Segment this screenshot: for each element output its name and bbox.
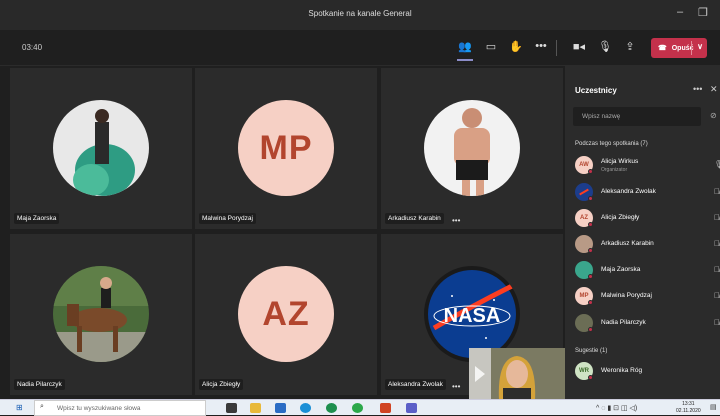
windows-taskbar: ⊞ Wpisz tu wyszukiwane słowa ⌕ ^ ◌ ▮ ⊡ ◫… <box>0 399 720 416</box>
chevron-down-icon[interactable]: ∨ <box>697 42 703 51</box>
share-invite-icon[interactable]: ⊘ <box>710 111 717 120</box>
task-view-icon[interactable] <box>226 403 237 413</box>
avatar: AZ <box>238 266 334 362</box>
participant-name: Aleksandra Zwolak <box>385 379 446 390</box>
status-dot <box>588 274 593 279</box>
participant-name: Malwina Porydzaj <box>199 213 256 224</box>
participant-tile[interactable]: AZ Alicja Zbiegły <box>195 234 377 395</box>
participant-tile[interactable]: MP Malwina Porydzaj <box>195 68 377 229</box>
avatar-photo <box>73 109 135 196</box>
participant-name: Alicja Zbiegły <box>601 214 640 221</box>
window-title: Spotkanie na kanale General <box>308 9 412 18</box>
more-actions-icon[interactable]: ••• <box>533 40 549 52</box>
participant-name: Maja Zaorska <box>14 213 60 224</box>
meeting-toolbar: 03:40 👥 ▭ ✋ ••• ■◂ 🎙 ⇪ ☎ Opuść ∨ <box>0 30 720 66</box>
close-icon[interactable]: ✕ <box>710 84 718 95</box>
minimize-icon[interactable]: – <box>677 6 683 18</box>
teams-icon[interactable] <box>406 403 417 413</box>
participant-tile[interactable]: Nadia Pilarczyk <box>10 234 192 395</box>
participant-name: Arkadiusz Karabin <box>601 240 654 247</box>
leave-button[interactable]: ☎ Opuść ∨ <box>651 38 707 58</box>
participant-row[interactable]: Maja Zaorska 🎙̸ <box>575 261 720 281</box>
clock-time: 13:31 <box>682 401 695 407</box>
status-dot <box>588 169 593 174</box>
taskbar-clock[interactable]: 13:31 02.11.2020 <box>676 401 701 415</box>
suggestion-row[interactable]: WR Weronika Róg <box>575 362 720 382</box>
raise-hand-icon[interactable]: ✋ <box>508 40 524 53</box>
participants-icon[interactable]: 👥 <box>457 40 473 61</box>
participant-name: Alicja Zbiegły <box>199 379 244 390</box>
mic-off-icon: 🎙̸ <box>714 187 720 196</box>
tile-more-icon[interactable]: ••• <box>452 382 460 391</box>
search-input[interactable]: Wpisz nazwę <box>573 107 701 126</box>
participant-row[interactable]: Nadia Pilarczyk 🎙̸ <box>575 314 720 334</box>
panel-title: Uczestnicy <box>575 86 617 95</box>
avatar <box>53 266 149 362</box>
mic-off-icon: 🎙̸ <box>714 265 720 274</box>
status-dot <box>588 196 593 201</box>
panel-more-icon[interactable]: ••• <box>693 84 702 94</box>
leave-divider <box>691 41 692 55</box>
phone-hangup-icon: ☎ <box>658 45 667 52</box>
avatar-photo <box>454 108 490 196</box>
participant-name: Nadia Pilarczyk <box>601 319 646 326</box>
toolbar-divider <box>556 40 557 56</box>
self-view-video[interactable] <box>469 348 565 400</box>
notifications-icon[interactable]: ▤ <box>710 403 717 411</box>
window-title-bar: Spotkanie na kanale General – ❐ <box>0 0 720 30</box>
participant-name: Weronika Róg <box>601 367 643 374</box>
mic-off-icon: 🎙̸ <box>714 213 720 222</box>
tile-more-icon[interactable]: ••• <box>452 216 460 225</box>
chat-icon[interactable]: ▭ <box>483 40 499 53</box>
windows-start-icon[interactable]: ⊞ <box>16 403 23 412</box>
participant-row[interactable]: AZ Alicja Zbiegły 🎙̸ <box>575 209 720 229</box>
maximize-icon[interactable]: ❐ <box>698 6 708 19</box>
section-meeting-header: Podczas tego spotkania (7) <box>575 141 648 147</box>
microphone-icon: 🎙 <box>714 160 720 169</box>
participant-name: Arkadiusz Karabin <box>385 213 444 224</box>
share-screen-icon[interactable]: ⇪ <box>622 40 638 53</box>
status-dot <box>588 375 593 380</box>
nasa-label: NASA <box>444 305 501 327</box>
avatar: MP <box>238 100 334 196</box>
participant-tile[interactable]: Arkadiusz Karabin <box>381 68 563 229</box>
meeting-timer: 03:40 <box>22 43 43 52</box>
participant-name: Maja Zaorska <box>601 266 641 273</box>
skype-icon[interactable] <box>300 403 311 413</box>
avatar-photo <box>53 266 149 362</box>
section-suggestions-header: Sugestie (1) <box>575 348 608 354</box>
mic-off-icon: 🎙̸ <box>714 291 720 300</box>
participant-name: Aleksandra Zwolak <box>601 188 656 195</box>
search-icon: ⌕ <box>40 403 44 410</box>
file-explorer-icon[interactable] <box>250 403 261 413</box>
participant-name: Alicja Wirkus <box>601 158 639 165</box>
participant-row[interactable]: Arkadiusz Karabin 🎙̸ <box>575 235 720 255</box>
participant-tile[interactable]: Maja Zaorska <box>10 68 192 229</box>
participant-row[interactable]: Aleksandra Zwolak 🎙̸ <box>575 183 720 203</box>
powerpoint-icon[interactable] <box>380 403 391 413</box>
mic-off-icon: 🎙̸ <box>714 239 720 248</box>
participant-role: Organizator <box>601 167 628 173</box>
clock-date: 02.11.2020 <box>676 408 701 414</box>
status-dot <box>588 248 593 253</box>
word-icon[interactable] <box>275 403 286 413</box>
mic-off-icon: 🎙̸ <box>714 318 720 327</box>
participant-name: Malwina Porydzaj <box>601 292 652 299</box>
system-tray-icons[interactable]: ^ ◌ ▮ ⊡ ◫ ◁) <box>596 404 637 412</box>
self-view-photo <box>469 348 565 400</box>
avatar <box>424 100 520 196</box>
status-dot <box>588 327 593 332</box>
spotify-icon[interactable] <box>352 403 363 413</box>
participants-panel: Uczestnicy ••• ✕ Wpisz nazwę ⊘ Podczas t… <box>565 66 720 399</box>
participant-name: Nadia Pilarczyk <box>14 379 65 390</box>
status-dot <box>588 222 593 227</box>
camera-icon[interactable]: ■◂ <box>571 40 587 53</box>
status-dot <box>588 300 593 305</box>
participant-row[interactable]: MP Malwina Porydzaj 🎙̸ <box>575 287 720 307</box>
microphone-icon[interactable]: 🎙 <box>597 40 613 53</box>
taskbar-search-input[interactable]: Wpisz tu wyszukiwane słowa <box>34 400 206 416</box>
avatar <box>53 100 149 196</box>
chrome-icon[interactable] <box>326 403 337 413</box>
participant-row[interactable]: AW Alicja Wirkus Organizator 🎙 <box>575 156 720 176</box>
